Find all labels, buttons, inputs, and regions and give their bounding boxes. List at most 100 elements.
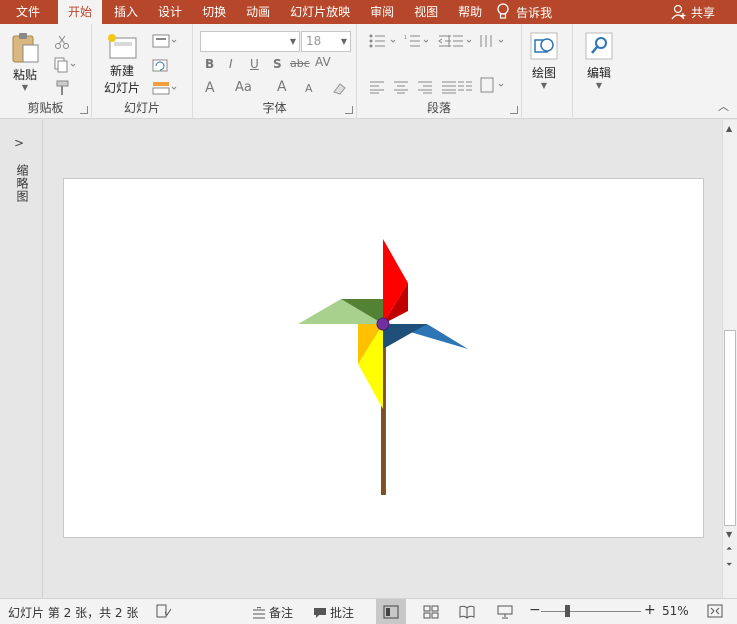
slides-group: 新建 幻灯片 幻灯片: [92, 24, 193, 119]
paste-dropdown-icon[interactable]: ▼: [22, 83, 28, 92]
thumbnail-panel-label[interactable]: 缩略图: [14, 164, 31, 203]
cut-icon[interactable]: [54, 34, 70, 50]
clipboard-group: 粘贴 ▼ 剪贴板: [0, 24, 92, 119]
zoom-percent[interactable]: 51%: [662, 604, 689, 618]
font-color-button[interactable]: A: [205, 80, 215, 96]
tab-home[interactable]: 开始: [58, 0, 103, 24]
drawing-label: 绘图: [531, 66, 556, 80]
previous-slide-icon[interactable]: ⏶: [726, 544, 732, 554]
slide-sorter-icon: [423, 605, 439, 618]
tab-transitions[interactable]: 切换: [192, 0, 236, 24]
slide-sorter-button[interactable]: [416, 599, 446, 624]
reset-icon[interactable]: [152, 57, 170, 73]
tell-me-label: 告诉我: [516, 5, 553, 20]
svg-text:1: 1: [404, 35, 407, 41]
next-slide-icon[interactable]: ⏷: [726, 560, 732, 570]
zoom-in-button[interactable]: +: [644, 602, 656, 618]
grow-font-button[interactable]: A: [277, 79, 287, 95]
bullets-icon[interactable]: [369, 34, 403, 48]
comments-button[interactable]: 批注: [313, 604, 354, 621]
zoom-slider[interactable]: [541, 605, 641, 617]
align-center-icon[interactable]: [393, 80, 409, 94]
align-text-icon[interactable]: [479, 76, 505, 94]
slide-canvas: [44, 120, 722, 598]
normal-view-button[interactable]: [376, 599, 406, 624]
font-case-button[interactable]: Aa: [235, 80, 252, 95]
slideshow-button[interactable]: [490, 599, 520, 624]
bold-button[interactable]: B: [205, 57, 214, 71]
tab-design[interactable]: 设计: [148, 0, 192, 24]
tell-me-box[interactable]: 告诉我: [496, 3, 552, 21]
justify-icon[interactable]: [441, 80, 457, 94]
notes-icon: [253, 606, 265, 618]
editing-button[interactable]: 编辑 ▼: [585, 32, 613, 90]
collapse-ribbon-icon[interactable]: ︿: [718, 98, 729, 114]
columns-icon[interactable]: [457, 80, 473, 94]
drawing-button[interactable]: 绘图 ▼: [530, 32, 558, 90]
tab-view[interactable]: 视图: [404, 0, 448, 24]
share-button[interactable]: 共享: [671, 4, 715, 21]
zoom-slider-thumb[interactable]: [565, 605, 570, 617]
font-launcher-icon[interactable]: [345, 106, 353, 114]
zoom-out-button[interactable]: −: [529, 602, 541, 618]
vertical-scrollbar[interactable]: ▲ ▼ ⏶ ⏷: [722, 120, 737, 598]
slides-group-label: 幻灯片: [123, 101, 160, 115]
text-direction-icon[interactable]: [479, 34, 509, 48]
section-icon[interactable]: [152, 80, 178, 96]
drawing-group: 绘图 ▼: [522, 24, 568, 119]
line-spacing-icon[interactable]: [447, 34, 473, 48]
italic-button[interactable]: I: [229, 57, 233, 71]
clipboard-group-label: 剪贴板: [27, 101, 64, 115]
status-bar: 幻灯片 第 2 张，共 2 张 备注 批注 − + 51%: [0, 598, 737, 624]
tab-help[interactable]: 帮助: [448, 0, 492, 24]
paragraph-launcher-icon[interactable]: [510, 106, 518, 114]
slide-counter: 幻灯片 第 2 张，共 2 张: [8, 606, 139, 620]
font-size-input[interactable]: 18 ▼: [301, 31, 351, 52]
new-slide-label-line1: 新建: [110, 64, 135, 78]
spelling-check-icon[interactable]: [156, 604, 172, 618]
new-slide-icon: [108, 34, 137, 59]
numbering-icon[interactable]: 1: [404, 34, 434, 48]
pinwheel-graphic[interactable]: [64, 179, 705, 539]
paste-button[interactable]: 粘贴 ▼: [10, 32, 40, 92]
scroll-up-icon[interactable]: ▲: [726, 124, 732, 133]
layout-icon[interactable]: [152, 34, 178, 48]
tab-animations[interactable]: 动画: [236, 0, 280, 24]
comments-label: 批注: [330, 606, 355, 620]
fit-to-window-icon[interactable]: [707, 604, 723, 618]
format-painter-icon[interactable]: [54, 80, 70, 96]
chevron-right-icon[interactable]: >: [14, 136, 24, 150]
comment-icon: [314, 607, 326, 618]
reading-view-button[interactable]: [452, 599, 482, 624]
char-spacing-button[interactable]: AV: [315, 55, 331, 69]
scroll-down-icon[interactable]: ▼: [726, 530, 732, 539]
shadow-button[interactable]: S: [273, 57, 282, 71]
font-name-dropdown-icon[interactable]: ▼: [290, 32, 296, 51]
font-size-dropdown-icon[interactable]: ▼: [341, 32, 347, 51]
reading-view-icon: [459, 605, 475, 619]
paste-icon: [12, 33, 39, 63]
slideshow-icon: [497, 605, 513, 618]
find-icon: [585, 32, 613, 60]
scroll-thumb[interactable]: [724, 330, 736, 526]
slide[interactable]: [63, 178, 704, 538]
notes-button[interactable]: 备注: [252, 604, 293, 621]
clipboard-launcher-icon[interactable]: [80, 106, 88, 114]
tab-file[interactable]: 文件: [0, 0, 56, 24]
underline-button[interactable]: U: [250, 57, 259, 71]
copy-icon[interactable]: [54, 57, 76, 73]
paragraph-group: 1 段落: [357, 24, 522, 119]
tab-insert[interactable]: 插入: [104, 0, 148, 24]
clear-formatting-icon[interactable]: [331, 80, 347, 96]
notes-label: 备注: [269, 606, 294, 620]
align-left-icon[interactable]: [369, 80, 385, 94]
font-name-input[interactable]: ▼: [200, 31, 300, 52]
editing-dropdown-icon[interactable]: ▼: [596, 81, 602, 90]
tab-slideshow[interactable]: 幻灯片放映: [280, 0, 360, 24]
align-right-icon[interactable]: [417, 80, 433, 94]
strikethrough-button[interactable]: abc: [290, 57, 310, 70]
shrink-font-button[interactable]: A: [305, 82, 313, 95]
drawing-dropdown-icon[interactable]: ▼: [541, 81, 547, 90]
tab-review[interactable]: 审阅: [360, 0, 404, 24]
new-slide-button[interactable]: 新建 幻灯片: [104, 32, 140, 96]
